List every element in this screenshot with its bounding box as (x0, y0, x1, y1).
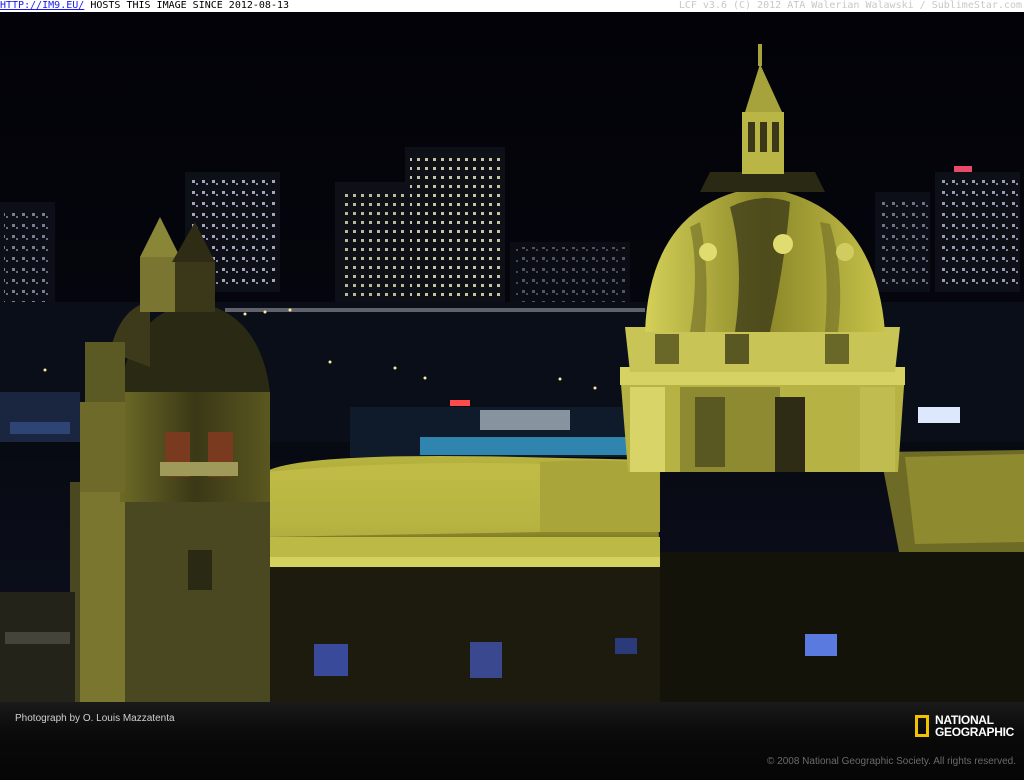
copyright-notice: © 2008 National Geographic Society. All … (767, 756, 1016, 767)
hosting-text: HOSTS THIS IMAGE SINCE 2012-08-13 (90, 0, 290, 11)
photo-credit: Photograph by O. Louis Mazzatenta (15, 713, 175, 724)
host-link[interactable]: HTTP://IM9.EU/ (0, 0, 84, 11)
national-geographic-logo: NATIONAL GEOGRAPHIC (915, 712, 1014, 740)
yellow-frame-icon (915, 715, 929, 737)
top-banner: HTTP://IM9.EU/ HOSTS THIS IMAGE SINCE 20… (0, 0, 1024, 12)
logo-word-geographic: GEOGRAPHIC (935, 725, 1015, 739)
night-cathedral-photo (0, 12, 1024, 702)
license-text: LCF v3.6 (C) 2012 ATA Walerian Walawski … (678, 0, 1022, 11)
photo-footer: Photograph by O. Louis Mazzatenta NATION… (0, 702, 1024, 780)
